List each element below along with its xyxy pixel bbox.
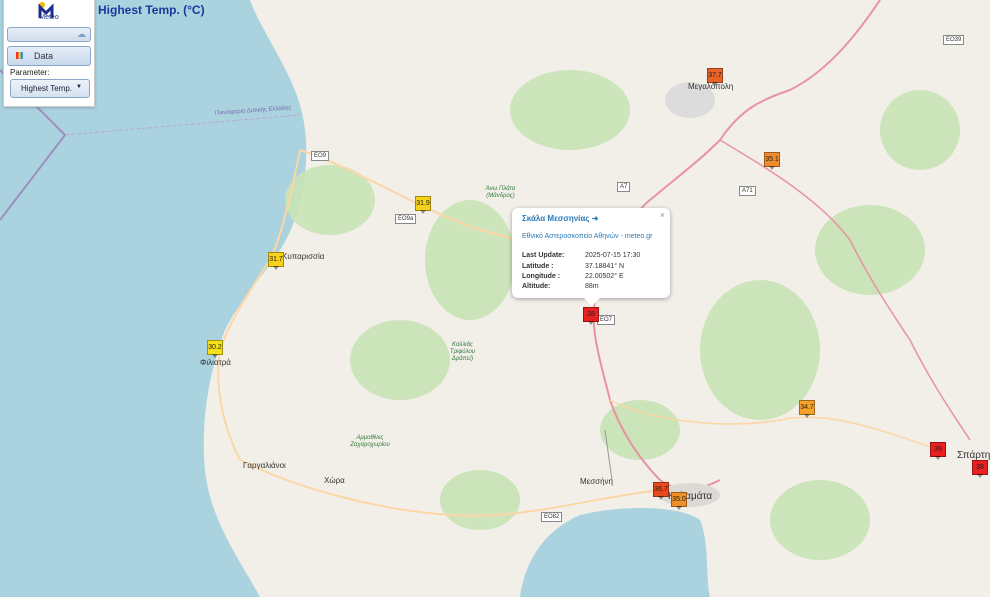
road-shield-eo7: EO7 bbox=[597, 315, 616, 325]
station-marker[interactable]: 38 bbox=[972, 460, 988, 478]
station-marker[interactable]: 31.7 bbox=[268, 252, 284, 270]
place-chora: Χώρα bbox=[324, 476, 345, 485]
station-marker[interactable]: 30.2 bbox=[207, 340, 223, 358]
road-shield-a71: A71 bbox=[739, 186, 756, 196]
road-shield-eo9: EO9 bbox=[311, 151, 330, 161]
map-canvas[interactable] bbox=[0, 0, 990, 597]
road-shield-eo9a: EO9a bbox=[395, 214, 417, 224]
station-marker[interactable]: 35.1 bbox=[764, 152, 780, 170]
place-kyparissia: Κυπαρισσία bbox=[282, 252, 325, 261]
place-megalopoli: Μεγαλόπολη bbox=[688, 82, 734, 91]
data-button[interactable]: Data bbox=[7, 46, 91, 66]
chevron-down-icon: ▼ bbox=[76, 84, 82, 90]
station-marker[interactable]: 36.7 bbox=[653, 482, 669, 500]
popup-title[interactable]: Σκάλα Μεσσηνίας ➜ bbox=[522, 214, 598, 223]
place-filiatra: Φιλιατρά bbox=[200, 358, 231, 367]
station-marker[interactable]: 34.7 bbox=[799, 400, 815, 418]
data-chart-icon bbox=[16, 52, 23, 59]
wind-arrow-icon: ➜ bbox=[591, 214, 599, 223]
road-shield-eo39: EO39 bbox=[943, 35, 965, 45]
search-input[interactable]: ☁ bbox=[7, 27, 91, 42]
control-panel: Meteo ☁ Data Parameter: Highest Temp. ▼ bbox=[3, 0, 95, 107]
nature-label-ammothines: Αμμοθίνες Ζαχαροχωρίου bbox=[350, 435, 390, 448]
parameter-select[interactable]: Highest Temp. ▼ bbox=[10, 79, 90, 98]
station-marker[interactable]: 35.0 bbox=[671, 492, 687, 510]
station-marker-selected[interactable]: 38 bbox=[583, 307, 599, 325]
data-button-label: Data bbox=[34, 51, 54, 61]
station-marker[interactable]: 37.7 bbox=[707, 68, 723, 86]
logo-text: Meteo bbox=[39, 14, 59, 21]
place-messini: Μεσσήνη bbox=[580, 477, 614, 486]
road-shield-a7: A7 bbox=[617, 182, 631, 192]
cloud-icon: ☁ bbox=[77, 29, 86, 39]
nature-label-ano-plata: Άνω Πλάτα (Μάνδρος) bbox=[485, 186, 516, 199]
road-shield-eo82: EO82 bbox=[541, 512, 563, 522]
nature-label-kallias: Καλλιάς Τριφύλου Δράπεζι bbox=[449, 342, 476, 362]
station-marker[interactable]: 39 bbox=[930, 442, 946, 460]
popup-source-link[interactable]: Εθνικό Αστεροσκοπείο Αθηνών - meteo.gr bbox=[522, 233, 652, 240]
close-icon[interactable]: × bbox=[660, 210, 665, 220]
station-popup: Σκάλα Μεσσηνίας ➜ × Εθνικό Αστεροσκοπείο… bbox=[512, 208, 670, 306]
parameter-label: Parameter: bbox=[10, 68, 50, 77]
place-gargalianoi: Γαργαλιάνοι bbox=[243, 461, 286, 470]
map-title: Highest Temp. (°C) bbox=[98, 3, 205, 17]
parameter-select-value: Highest Temp. bbox=[21, 84, 72, 93]
station-marker[interactable]: 31.9 bbox=[415, 196, 431, 214]
